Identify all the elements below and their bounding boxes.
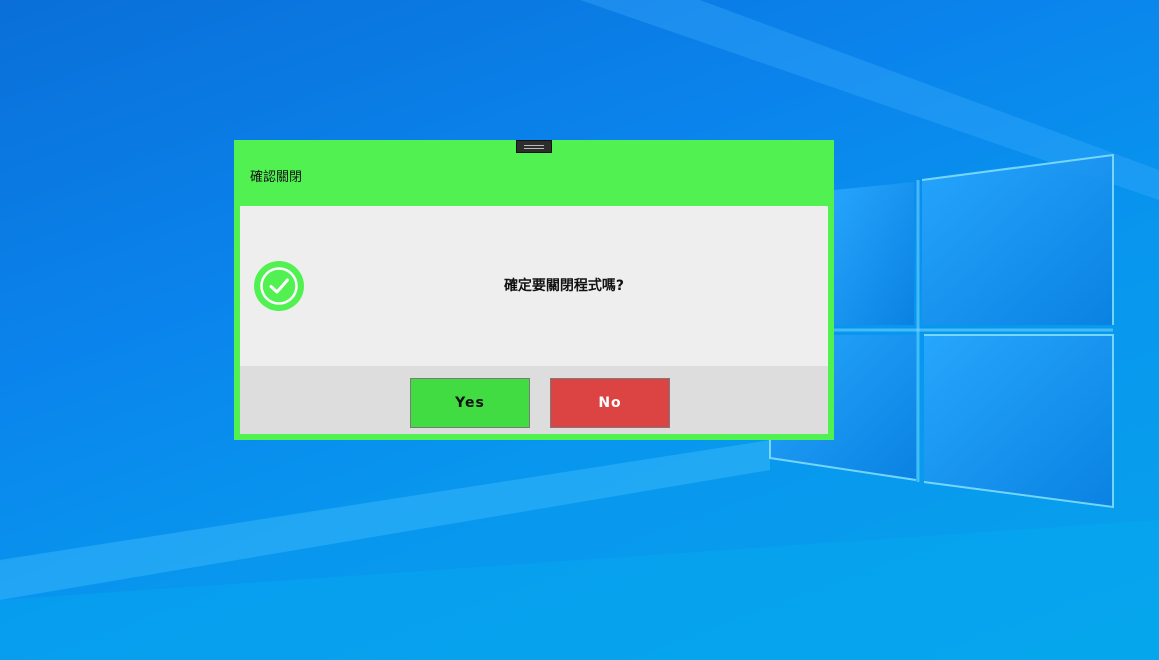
dialog-message: 確定要關閉程式嗎? [503,278,625,294]
yes-button[interactable]: Yes [410,378,530,428]
check-circle-icon [254,261,304,311]
dialog-title: 確認關閉 [250,170,303,185]
no-button[interactable]: No [550,378,670,428]
drag-handle[interactable] [516,140,552,153]
dialog-body: 確定要關閉程式嗎? [240,206,828,366]
desktop-background: 確認關閉 確定要關閉程式嗎? Yes No [0,0,1159,660]
confirm-close-dialog: 確認關閉 確定要關閉程式嗎? Yes No [234,140,834,440]
dialog-footer: Yes No [240,366,828,434]
